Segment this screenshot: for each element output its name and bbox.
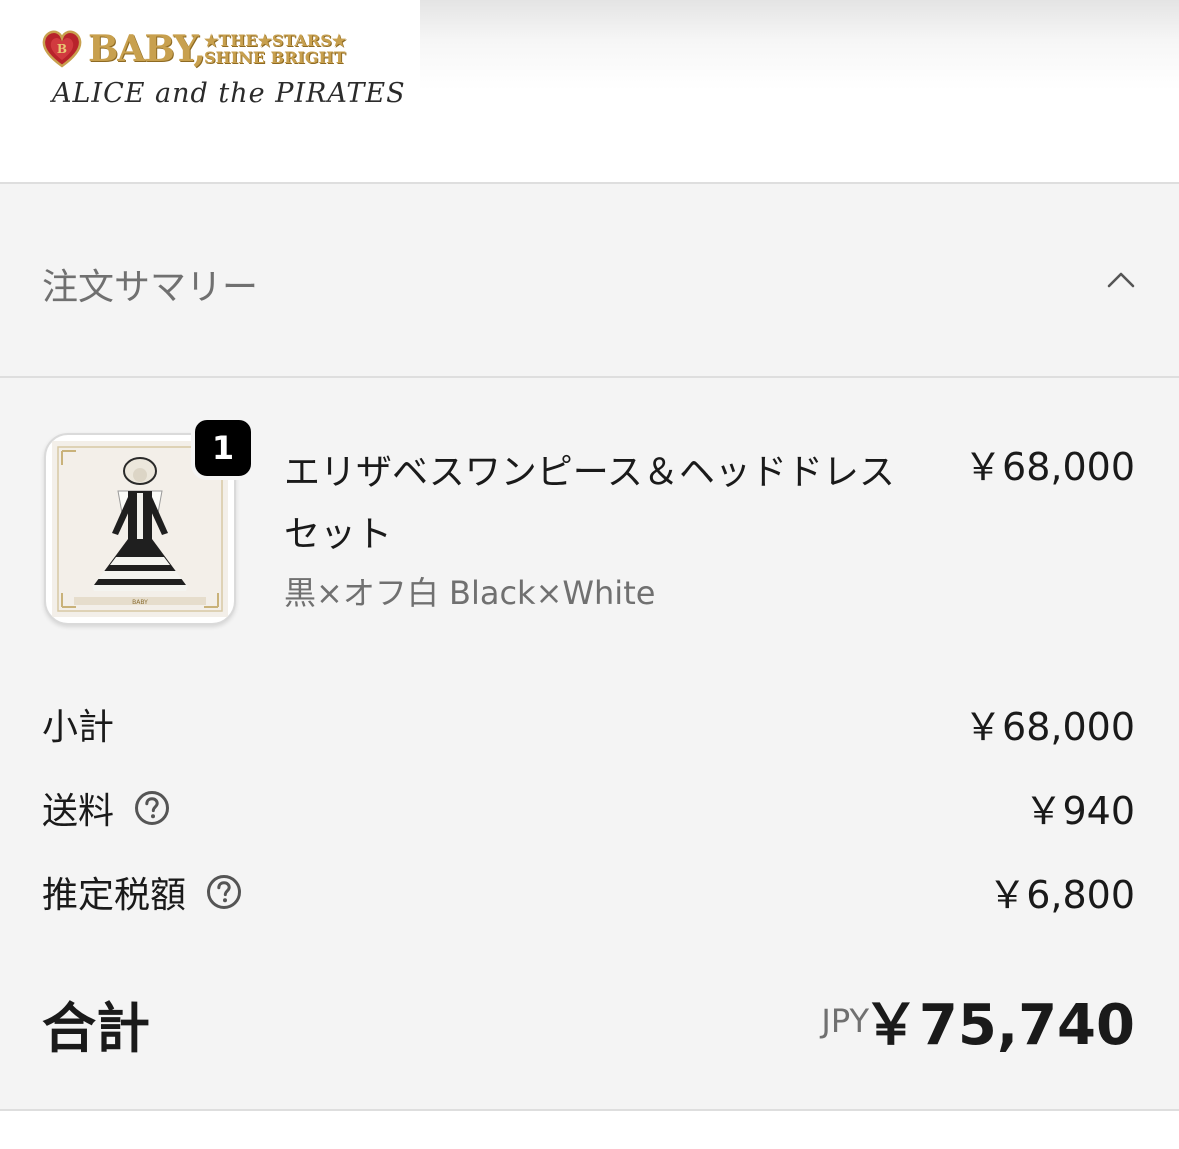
tax-question-circle-icon[interactable] (206, 874, 242, 910)
logo-brand-text: BABY, (88, 28, 206, 70)
svg-text:BABY: BABY (132, 599, 148, 606)
order-summary-title: 注文サマリー (42, 267, 259, 308)
heart-crest-icon: B (42, 30, 82, 68)
shipping-question-circle-icon[interactable] (134, 790, 170, 826)
subtotal-label: 小計 (42, 698, 114, 750)
quantity-badge: 1 (191, 416, 255, 480)
logo-tagline-line-2: SHINE BRIGHT (204, 48, 346, 67)
store-header: B BABY, ★THE★STARS★ SHINE BRIGHT ALICE a… (0, 0, 1179, 182)
logo-tagline: ★THE★STARS★ SHINE BRIGHT (204, 32, 346, 66)
order-summary-panel: 注文サマリー BABY 1 エリザベスワンピース＆ヘッドドレスセット 黒×オフ白… (0, 182, 1179, 1111)
product-variant: 黒×オフ白 Black×White (284, 574, 656, 612)
total-currency: JPY (821, 1002, 869, 1040)
tax-value: ￥6,800 (988, 873, 1135, 917)
total-value: ￥75,740 (862, 993, 1135, 1058)
shipping-label: 送料 (42, 782, 170, 834)
logo-sub-brand: ALICE and the PIRATES (52, 78, 406, 109)
tax-label: 推定税額 (42, 866, 242, 918)
store-logo[interactable]: B BABY, ★THE★STARS★ SHINE BRIGHT ALICE a… (40, 28, 405, 124)
logo-tagline-line-1: ★THE★STARS★ (204, 31, 347, 50)
tax-label-text: 推定税額 (42, 875, 187, 916)
subtotal-value: ￥68,000 (964, 705, 1135, 749)
shipping-label-text: 送料 (42, 791, 115, 832)
shipping-value: ￥940 (1024, 789, 1135, 833)
total-label: 合計 (42, 997, 150, 1060)
order-summary-toggle[interactable]: 注文サマリー (0, 184, 1179, 378)
chevron-up-icon (1107, 272, 1135, 288)
subtotal-label-text: 小計 (42, 707, 115, 748)
header-shade (420, 0, 1179, 90)
product-name: エリザベスワンピース＆ヘッドドレスセット (284, 452, 895, 555)
product-price: ￥68,000 (964, 445, 1135, 489)
svg-text:B: B (57, 42, 67, 56)
